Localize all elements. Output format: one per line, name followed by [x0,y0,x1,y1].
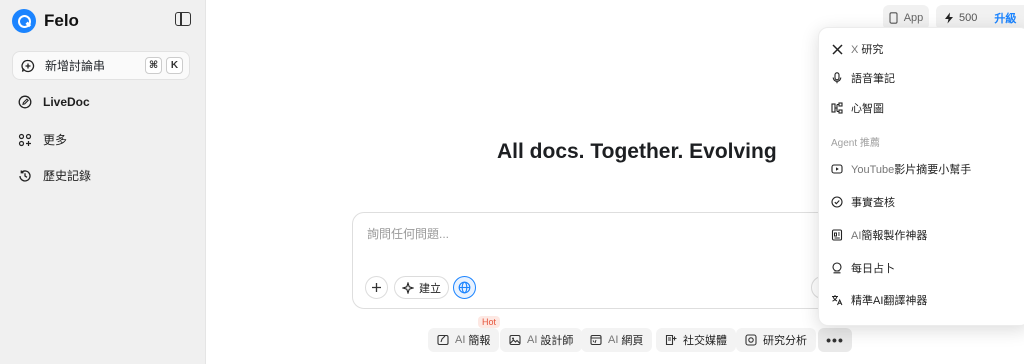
chip-ai-prefix: AI [455,334,466,346]
brand[interactable]: Felo [12,9,79,33]
menu-item-prefix: AI [851,230,862,242]
attach-button[interactable] [365,276,388,299]
new-thread-label: 新增討論串 [45,59,106,73]
chip-ai-prefix: AI [608,334,619,346]
menu-item-fact-check[interactable]: 事實查核 [831,194,895,210]
research-icon [745,334,757,346]
sidebar-item-label: 更多 [43,133,68,147]
page-headline: All docs. Together. Evolving [497,140,777,163]
lightning-icon [944,12,954,24]
menu-item-prefix: X [851,44,859,56]
chip-label: 社交媒體 [683,335,727,347]
sidebar-item-livedoc[interactable]: LiveDoc [18,95,90,109]
mindmap-icon [831,102,843,114]
sidebar-item-label: 歷史記錄 [43,169,92,183]
edit-icon [18,95,32,109]
menu-item-youtube-summary[interactable]: YouTube影片摘要小幫手 [831,161,971,177]
chip-ai-web[interactable]: AI 網頁 [581,328,653,352]
history-icon [18,169,32,183]
sidebar-item-label: LiveDoc [43,95,90,109]
web-icon [590,334,602,346]
globe-icon [458,281,471,294]
menu-item-label: 事實查核 [851,197,895,209]
menu-item-label: 語音筆記 [851,73,895,85]
credits-count: 500 [959,11,978,24]
create-button[interactable]: 建立 [394,276,449,299]
sparkle-icon [402,281,414,294]
web-search-toggle[interactable] [453,276,476,299]
shortcut-key-k: K [166,57,183,74]
crystal-icon [831,262,843,274]
more-tools-button[interactable]: ••• [818,328,852,352]
new-thread-icon [21,59,35,73]
more-tools-menu: X 研究 語音筆記 心智圖 Agent 推薦 YouTube影片摘要小幫手 事實… [818,27,1024,326]
sidebar: Felo 新增討論串 ⌘ K LiveDoc 更多 歷史記錄 [0,0,206,364]
mic-icon [831,72,843,84]
menu-item-label: 研究 [861,44,884,56]
shortcut-hint: ⌘ K [145,57,183,74]
chip-label: 研究分析 [763,335,807,347]
chip-ai-slides[interactable]: AI 簡報 [428,328,500,352]
chip-social-media[interactable]: 社交媒體 [656,328,736,352]
translate-icon [831,294,843,306]
menu-item-daily-fortune[interactable]: 每日占卜 [831,260,895,276]
shortcut-key-cmd: ⌘ [145,57,162,74]
social-icon [665,334,677,346]
image-icon [509,334,521,346]
menu-item-label: 心智圖 [851,103,884,115]
slides-icon [437,334,449,346]
search-input[interactable]: 詢問任何問題... [367,225,449,242]
chip-research[interactable]: 研究分析 [736,328,816,352]
doc-icon [831,229,843,241]
felo-logo-icon [12,9,36,33]
menu-item-x-research[interactable]: X 研究 [831,41,883,57]
chip-ai-designer[interactable]: AI 設計師 [500,328,583,352]
menu-section-agent: Agent 推薦 [831,138,880,149]
hot-badge: Hot [478,316,501,328]
chip-ai-prefix: AI [527,334,538,346]
menu-item-label: 影片摘要小幫手 [894,164,972,176]
menu-item-label: 簡報製作神器 [861,230,928,242]
search-box[interactable]: 詢問任何問題... 建立 [352,212,872,309]
chip-label: 網頁 [621,335,644,347]
menu-item-voice-notes[interactable]: 語音筆記 [831,70,895,86]
sidebar-item-more[interactable]: 更多 [18,131,67,148]
menu-item-ai-translator[interactable]: 精準AI翻譯神器 [831,292,927,308]
menu-item-label: 精準AI翻譯神器 [851,295,928,307]
new-thread-button[interactable]: 新增討論串 ⌘ K [12,51,190,80]
chip-label: 設計師 [540,335,574,347]
upgrade-link[interactable]: 升級 [994,10,1016,26]
sidebar-item-history[interactable]: 歷史記錄 [18,167,91,184]
menu-item-label: 每日占卜 [851,263,895,275]
chip-label: 簡報 [468,335,491,347]
menu-item-ai-slides-maker[interactable]: AI簡報製作神器 [831,227,927,243]
app-label: App [903,11,924,24]
more-dots-icon: ••• [826,332,844,348]
plus-icon [371,282,382,293]
brand-name: Felo [44,11,79,30]
phone-icon [889,11,898,24]
menu-item-prefix: YouTube [851,164,895,176]
apps-icon [18,133,32,147]
play-icon [831,163,843,175]
menu-item-mindmap[interactable]: 心智圖 [831,100,884,116]
sidebar-collapse-icon[interactable] [175,12,191,26]
check-circle-icon [831,196,843,208]
create-label: 建立 [419,282,441,295]
x-logo-icon [831,43,843,55]
